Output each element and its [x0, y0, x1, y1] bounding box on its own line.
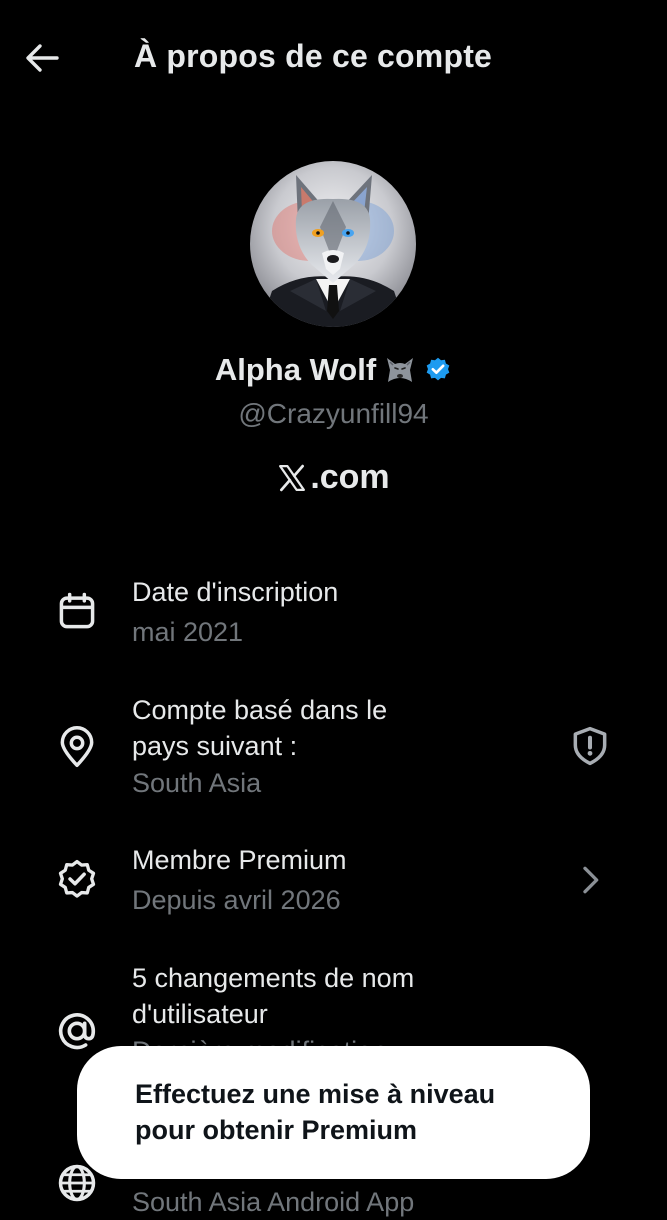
- display-name: Alpha Wolf: [214, 352, 377, 387]
- website-link[interactable]: .com: [0, 458, 667, 497]
- premium-badge-icon: [52, 854, 102, 904]
- join-date-label: Date d'inscription: [132, 577, 339, 607]
- avatar[interactable]: [250, 161, 416, 327]
- at-sign-icon: [52, 1006, 102, 1056]
- premium-member-row[interactable]: Membre Premium Depuis avril 2026: [0, 838, 667, 928]
- join-date-row: Date d'inscription mai 2021: [0, 570, 667, 660]
- profile-handle: @Crazyunfill94: [238, 398, 429, 429]
- chevron-right-icon: [564, 854, 616, 906]
- wolf-avatar-image: [250, 161, 416, 327]
- account-country-row: Compte basé dans le pays suivant : South…: [0, 688, 667, 808]
- arrow-left-icon: [26, 44, 59, 72]
- calendar-icon: [52, 586, 102, 636]
- x-logo-icon: [277, 463, 307, 493]
- website-text: .com: [310, 458, 390, 496]
- premium-member-label: Membre Premium: [132, 845, 347, 875]
- wolf-emoji-icon: [384, 354, 416, 386]
- account-country-value: South Asia: [132, 768, 262, 798]
- top-bar: À propos de ce compte: [0, 0, 667, 120]
- premium-member-since: Depuis avril 2026: [132, 885, 341, 915]
- account-country-label-line1: Compte basé dans le: [132, 695, 388, 725]
- profile-name-row: Alpha Wolf: [0, 352, 667, 388]
- toast-line-1: Effectuez une mise à niveau: [135, 1079, 496, 1109]
- page-title: À propos de ce compte: [134, 38, 493, 74]
- join-date-value: mai 2021: [132, 617, 244, 647]
- shield-alert-icon[interactable]: [564, 720, 616, 772]
- verified-badge-icon: [424, 356, 452, 384]
- toast-line-2: pour obtenir Premium: [135, 1115, 418, 1145]
- connected-via-value: South Asia Android App: [132, 1187, 415, 1217]
- location-pin-icon: [52, 722, 102, 772]
- username-changes-label-line1: 5 changements de nom: [132, 963, 415, 993]
- username-changes-label-line2: d'utilisateur: [132, 999, 268, 1029]
- upgrade-premium-toast[interactable]: Effectuez une mise à niveau pour obtenir…: [77, 1046, 590, 1179]
- account-country-label-line2: pays suivant :: [132, 731, 298, 761]
- back-button[interactable]: [18, 34, 66, 82]
